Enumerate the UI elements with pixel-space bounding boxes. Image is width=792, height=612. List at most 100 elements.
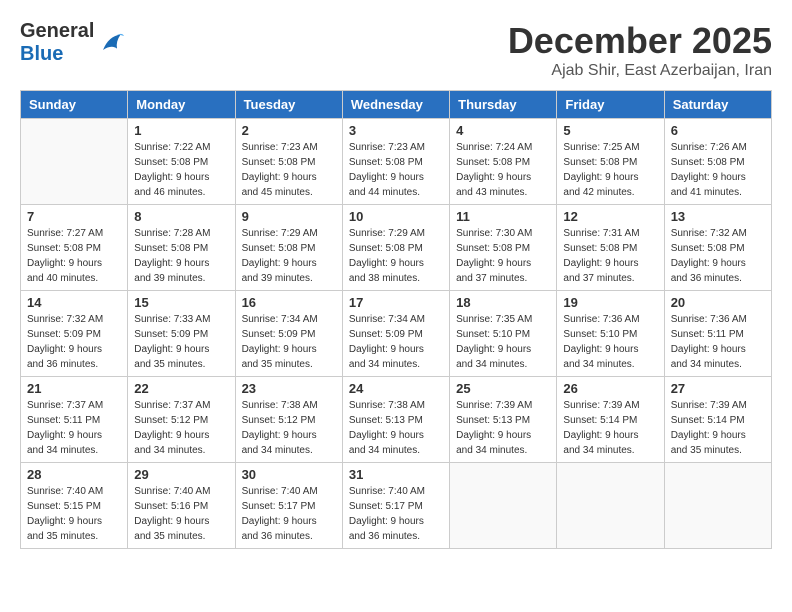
day-info: Sunrise: 7:40 AMSunset: 5:16 PMDaylight:…	[134, 484, 228, 544]
day-info: Sunrise: 7:36 AMSunset: 5:11 PMDaylight:…	[671, 312, 765, 372]
day-number: 9	[242, 209, 336, 224]
day-info: Sunrise: 7:34 AMSunset: 5:09 PMDaylight:…	[242, 312, 336, 372]
day-number: 8	[134, 209, 228, 224]
day-info: Sunrise: 7:32 AMSunset: 5:09 PMDaylight:…	[27, 312, 121, 372]
calendar-cell: 12Sunrise: 7:31 AMSunset: 5:08 PMDayligh…	[557, 205, 664, 291]
day-number: 27	[671, 381, 765, 396]
day-info: Sunrise: 7:31 AMSunset: 5:08 PMDaylight:…	[563, 226, 657, 286]
calendar-cell: 31 Sunrise: 7:40 AMSunset: 5:17 PMDayligh…	[342, 463, 449, 549]
day-info: Sunrise: 7:22 AMSunset: 5:08 PMDaylight:…	[134, 140, 228, 200]
day-number: 23	[242, 381, 336, 396]
col-header-tuesday: Tuesday	[235, 91, 342, 119]
title-section: December 2025 Ajab Shir, East Azerbaijan…	[508, 20, 772, 80]
day-info: Sunrise: 7:36 AMSunset: 5:10 PMDaylight:…	[563, 312, 657, 372]
day-info: Sunrise: 7:29 AMSunset: 5:08 PMDaylight:…	[349, 226, 443, 286]
day-number: 7	[27, 209, 121, 224]
calendar-cell: 18Sunrise: 7:35 AMSunset: 5:10 PMDayligh…	[450, 291, 557, 377]
day-number: 1	[134, 123, 228, 138]
calendar-cell: 13 Sunrise: 7:32 AMSunset: 5:08 PMDayligh…	[664, 205, 771, 291]
calendar-cell: 10 Sunrise: 7:29 AMSunset: 5:08 PMDayligh…	[342, 205, 449, 291]
day-number: 21	[27, 381, 121, 396]
calendar-week-row: 7 Sunrise: 7:27 AMSunset: 5:08 PMDaylight…	[21, 205, 772, 291]
calendar-cell: 29 Sunrise: 7:40 AMSunset: 5:16 PMDayligh…	[128, 463, 235, 549]
day-number: 20	[671, 295, 765, 310]
day-number: 31	[349, 467, 443, 482]
calendar-table: SundayMondayTuesdayWednesdayThursdayFrid…	[20, 90, 772, 549]
col-header-wednesday: Wednesday	[342, 91, 449, 119]
day-number: 18	[456, 295, 550, 310]
day-info: Sunrise: 7:40 AMSunset: 5:17 PMDaylight:…	[349, 484, 443, 544]
calendar-cell: 11Sunrise: 7:30 AMSunset: 5:08 PMDayligh…	[450, 205, 557, 291]
day-number: 24	[349, 381, 443, 396]
day-number: 13	[671, 209, 765, 224]
day-info: Sunrise: 7:27 AMSunset: 5:08 PMDaylight:…	[27, 226, 121, 286]
day-number: 6	[671, 123, 765, 138]
logo-bird-icon	[96, 29, 124, 57]
calendar-header-row: SundayMondayTuesdayWednesdayThursdayFrid…	[21, 91, 772, 119]
month-title: December 2025	[508, 20, 772, 62]
day-info: Sunrise: 7:33 AMSunset: 5:09 PMDaylight:…	[134, 312, 228, 372]
day-number: 2	[242, 123, 336, 138]
calendar-cell	[21, 119, 128, 205]
day-info: Sunrise: 7:37 AMSunset: 5:11 PMDaylight:…	[27, 398, 121, 458]
calendar-week-row: 1 Sunrise: 7:22 AMSunset: 5:08 PMDaylight…	[21, 119, 772, 205]
day-number: 22	[134, 381, 228, 396]
calendar-cell	[450, 463, 557, 549]
day-info: Sunrise: 7:39 AMSunset: 5:13 PMDaylight:…	[456, 398, 550, 458]
day-number: 25	[456, 381, 550, 396]
day-info: Sunrise: 7:32 AMSunset: 5:08 PMDaylight:…	[671, 226, 765, 286]
day-info: Sunrise: 7:25 AMSunset: 5:08 PMDaylight:…	[563, 140, 657, 200]
day-number: 17	[349, 295, 443, 310]
col-header-thursday: Thursday	[450, 91, 557, 119]
day-number: 15	[134, 295, 228, 310]
calendar-cell: 3 Sunrise: 7:23 AMSunset: 5:08 PMDaylight…	[342, 119, 449, 205]
day-number: 30	[242, 467, 336, 482]
calendar-cell: 23Sunrise: 7:38 AMSunset: 5:12 PMDayligh…	[235, 377, 342, 463]
calendar-cell: 1 Sunrise: 7:22 AMSunset: 5:08 PMDaylight…	[128, 119, 235, 205]
day-number: 14	[27, 295, 121, 310]
day-info: Sunrise: 7:37 AMSunset: 5:12 PMDaylight:…	[134, 398, 228, 458]
logo: General Blue	[20, 20, 124, 66]
calendar-cell: 8Sunrise: 7:28 AMSunset: 5:08 PMDaylight…	[128, 205, 235, 291]
calendar-week-row: 21 Sunrise: 7:37 AMSunset: 5:11 PMDayligh…	[21, 377, 772, 463]
day-info: Sunrise: 7:39 AMSunset: 5:14 PMDaylight:…	[671, 398, 765, 458]
day-info: Sunrise: 7:40 AMSunset: 5:17 PMDaylight:…	[242, 484, 336, 544]
day-number: 3	[349, 123, 443, 138]
day-info: Sunrise: 7:39 AMSunset: 5:14 PMDaylight:…	[563, 398, 657, 458]
col-header-sunday: Sunday	[21, 91, 128, 119]
col-header-saturday: Saturday	[664, 91, 771, 119]
calendar-cell: 24 Sunrise: 7:38 AMSunset: 5:13 PMDayligh…	[342, 377, 449, 463]
calendar-cell: 27 Sunrise: 7:39 AMSunset: 5:14 PMDayligh…	[664, 377, 771, 463]
calendar-week-row: 28Sunrise: 7:40 AMSunset: 5:15 PMDayligh…	[21, 463, 772, 549]
logo-general: General	[20, 20, 94, 43]
calendar-cell: 26 Sunrise: 7:39 AMSunset: 5:14 PMDayligh…	[557, 377, 664, 463]
day-info: Sunrise: 7:38 AMSunset: 5:13 PMDaylight:…	[349, 398, 443, 458]
day-number: 10	[349, 209, 443, 224]
day-number: 4	[456, 123, 550, 138]
calendar-cell	[664, 463, 771, 549]
calendar-cell: 30 Sunrise: 7:40 AMSunset: 5:17 PMDayligh…	[235, 463, 342, 549]
calendar-week-row: 14 Sunrise: 7:32 AMSunset: 5:09 PMDayligh…	[21, 291, 772, 377]
col-header-friday: Friday	[557, 91, 664, 119]
calendar-cell: 22 Sunrise: 7:37 AMSunset: 5:12 PMDayligh…	[128, 377, 235, 463]
day-info: Sunrise: 7:23 AMSunset: 5:08 PMDaylight:…	[242, 140, 336, 200]
day-number: 28	[27, 467, 121, 482]
logo-blue: Blue	[20, 43, 94, 66]
calendar-cell: 19Sunrise: 7:36 AMSunset: 5:10 PMDayligh…	[557, 291, 664, 377]
calendar-cell: 16Sunrise: 7:34 AMSunset: 5:09 PMDayligh…	[235, 291, 342, 377]
calendar-cell: 15 Sunrise: 7:33 AMSunset: 5:09 PMDayligh…	[128, 291, 235, 377]
col-header-monday: Monday	[128, 91, 235, 119]
calendar-cell: 21 Sunrise: 7:37 AMSunset: 5:11 PMDayligh…	[21, 377, 128, 463]
calendar-cell: 5Sunrise: 7:25 AMSunset: 5:08 PMDaylight…	[557, 119, 664, 205]
day-info: Sunrise: 7:29 AMSunset: 5:08 PMDaylight:…	[242, 226, 336, 286]
calendar-cell: 7 Sunrise: 7:27 AMSunset: 5:08 PMDaylight…	[21, 205, 128, 291]
calendar-cell: 25 Sunrise: 7:39 AMSunset: 5:13 PMDayligh…	[450, 377, 557, 463]
calendar-cell: 28Sunrise: 7:40 AMSunset: 5:15 PMDayligh…	[21, 463, 128, 549]
calendar-cell	[557, 463, 664, 549]
day-number: 26	[563, 381, 657, 396]
day-info: Sunrise: 7:26 AMSunset: 5:08 PMDaylight:…	[671, 140, 765, 200]
calendar-cell: 9 Sunrise: 7:29 AMSunset: 5:08 PMDaylight…	[235, 205, 342, 291]
day-number: 29	[134, 467, 228, 482]
day-info: Sunrise: 7:23 AMSunset: 5:08 PMDaylight:…	[349, 140, 443, 200]
page-header: General Blue December 2025 Ajab Shir, Ea…	[20, 20, 772, 80]
